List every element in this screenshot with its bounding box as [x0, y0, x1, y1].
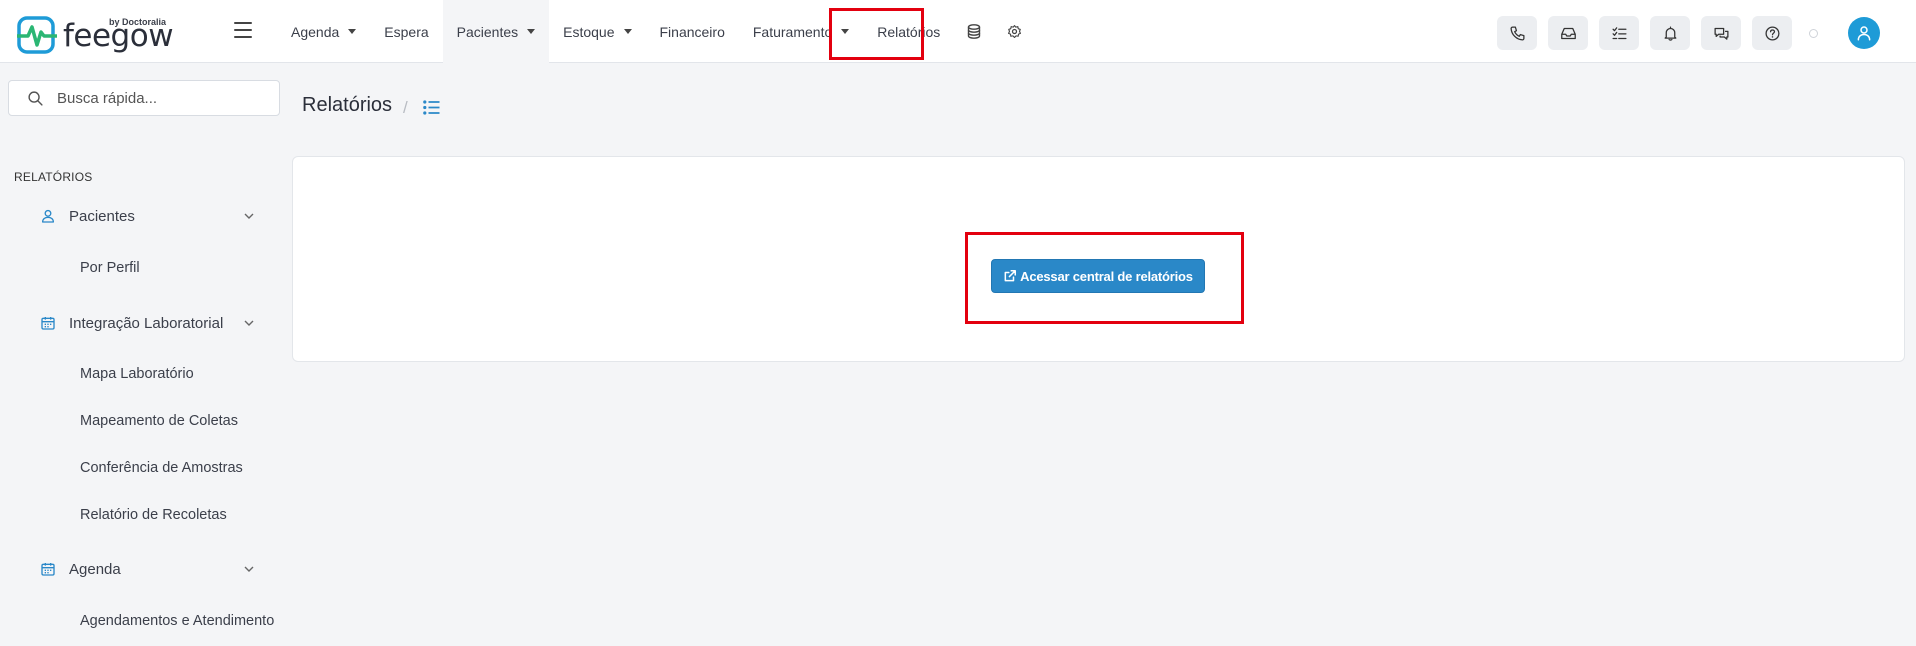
help-button[interactable] [1752, 16, 1792, 50]
sidebar-group-integracao-laboratorial[interactable]: Integração Laboratorial [40, 311, 265, 335]
page-title: Relatórios [302, 94, 393, 116]
sidebar-item-por-perfil[interactable]: Por Perfil [80, 260, 140, 276]
inbox-icon [1560, 27, 1576, 39]
calendar-icon [41, 563, 55, 576]
sidebar-item-relatorio-recoletas[interactable]: Relatório de Recoletas [80, 507, 227, 523]
external-link-icon [1004, 269, 1017, 282]
nav-relatorios-label: Relatórios [877, 23, 941, 40]
caret-down-icon [623, 29, 632, 34]
open-reports-center-button[interactable]: Acessar central de relatórios [991, 259, 1205, 293]
quick-search[interactable] [8, 80, 280, 116]
top-navbar: by Doctoralia feegow Agenda Espera Pacie… [0, 0, 1916, 63]
chevron-down-icon [244, 566, 254, 572]
feegow-logo[interactable]: by Doctoralia feegow [17, 15, 174, 55]
user-icon [1857, 26, 1871, 41]
sidebar-item-conferencia-amostras[interactable]: Conferência de Amostras [80, 460, 243, 476]
sidebar-item-mapeamento-coletas[interactable]: Mapeamento de Coletas [80, 413, 238, 429]
notifications-button[interactable] [1650, 16, 1690, 50]
sidebar-item-mapa-laboratorio[interactable]: Mapa Laboratório [80, 366, 194, 382]
calendar-icon [41, 317, 55, 330]
sidebar-group-label: Integração Laboratorial [69, 314, 224, 332]
phone-button[interactable] [1497, 16, 1537, 50]
nav-pacientes[interactable]: Pacientes [442, 0, 550, 63]
nav-agenda-label: Agenda [291, 23, 340, 40]
main-nav: Agenda Espera Pacientes Estoque Financei… [277, 0, 1034, 63]
sidebar-group-pacientes[interactable]: Pacientes [40, 204, 265, 228]
chevron-down-icon [244, 213, 254, 219]
caret-down-icon [348, 29, 357, 34]
chat-icon [1713, 27, 1729, 40]
nav-estoque[interactable]: Estoque [549, 0, 645, 63]
breadcrumb-separator: / [403, 98, 408, 117]
nav-pacientes-label: Pacientes [456, 23, 519, 40]
nav-database[interactable] [954, 0, 994, 63]
logo-wordmark: feegow [63, 18, 174, 54]
caret-down-icon [527, 29, 536, 34]
nav-espera-label: Espera [384, 23, 429, 40]
sidebar-item-agendamentos-atendimento[interactable]: Agendamentos e Atendimento [80, 613, 274, 629]
chat-button[interactable] [1701, 16, 1741, 50]
nav-settings[interactable] [994, 0, 1034, 63]
nav-faturamento[interactable]: Faturamento [739, 0, 863, 63]
nav-estoque-label: Estoque [563, 23, 615, 40]
help-icon [1764, 25, 1780, 41]
quick-search-input[interactable] [57, 88, 272, 108]
sidebar-group-agenda[interactable]: Agenda [40, 557, 265, 581]
sidebar: RELATÓRIOS Pacientes Por Perfil Integraç… [0, 64, 280, 646]
sidebar-group-label: Pacientes [69, 207, 135, 225]
bell-icon [1664, 25, 1676, 41]
gear-icon [1007, 25, 1021, 38]
nav-relatorios[interactable]: Relatórios [863, 0, 954, 63]
nav-financeiro-label: Financeiro [659, 23, 725, 40]
search-icon [28, 91, 43, 106]
toolbar-icons [1497, 16, 1803, 50]
nav-espera[interactable]: Espera [370, 0, 442, 63]
phone-icon [1509, 25, 1525, 41]
nav-faturamento-label: Faturamento [752, 23, 833, 40]
inbox-button[interactable] [1548, 16, 1588, 50]
status-indicator [1809, 29, 1818, 38]
user-icon [42, 209, 54, 223]
sidebar-group-label: Agenda [69, 560, 121, 578]
nav-agenda[interactable]: Agenda [277, 0, 370, 63]
chevron-down-icon [244, 320, 254, 326]
tasks-button[interactable] [1599, 16, 1639, 50]
hamburger-menu-icon[interactable] [234, 22, 252, 38]
user-avatar[interactable] [1848, 17, 1880, 49]
caret-down-icon [841, 29, 850, 34]
checklist-icon [1611, 26, 1627, 39]
sidebar-section-title: RELATÓRIOS [14, 170, 93, 184]
logo-heartbeat-icon [17, 16, 57, 54]
nav-financeiro[interactable]: Financeiro [646, 0, 739, 63]
list-icon[interactable] [423, 100, 440, 115]
open-reports-center-label: Acessar central de relatórios [1020, 268, 1193, 284]
database-icon [968, 24, 981, 39]
